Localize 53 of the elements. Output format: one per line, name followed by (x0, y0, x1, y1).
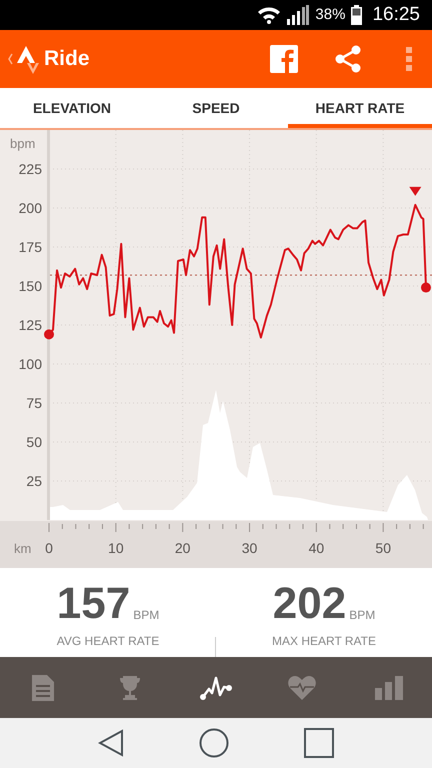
back-triangle-icon (98, 729, 124, 757)
stat-value: 202 (272, 582, 346, 626)
trophy-icon (118, 676, 142, 700)
y-tick-label: 100 (18, 356, 42, 372)
wifi-icon (257, 6, 282, 24)
end-dot (420, 282, 431, 293)
back-logo-icon (6, 44, 40, 74)
max-marker-icon (409, 186, 422, 196)
battery-percent: 38% (315, 4, 346, 25)
stat-label: AVG HEART RATE (56, 633, 160, 650)
screen-title: Ride (44, 46, 90, 72)
stat-unit: BPM (133, 607, 160, 624)
y-tick-label: 125 (18, 317, 42, 333)
y-axis-unit: bpm (10, 136, 36, 151)
y-tick-label: 175 (18, 239, 42, 255)
x-tick-label: 20 (174, 540, 190, 556)
heart-pulse-icon (288, 676, 316, 700)
x-tick-label: 30 (242, 540, 258, 556)
recents-button[interactable] (304, 728, 334, 758)
clock: 16:25 (372, 2, 420, 27)
start-dot (44, 329, 54, 340)
y-tick-label: 25 (26, 473, 42, 489)
home-button[interactable] (198, 728, 229, 758)
x-tick-label: 10 (108, 540, 124, 556)
y-tick-label: 200 (18, 200, 42, 216)
share-button[interactable] (334, 45, 362, 73)
y-tick-label: 150 (18, 278, 42, 294)
signal-icon (287, 5, 310, 25)
stat-unit: BPM (349, 607, 376, 624)
x-axis-unit: km (14, 541, 32, 556)
activity-chart-icon (200, 674, 232, 700)
stat-label: MAX HEART RATE (272, 633, 376, 650)
document-icon (32, 674, 54, 700)
stat-value: 157 (56, 582, 130, 626)
x-tick-label: 40 (308, 540, 324, 556)
facebook-button[interactable] (270, 45, 298, 73)
more-icon (406, 47, 412, 71)
home-circle-icon (198, 728, 229, 758)
battery-icon (351, 5, 362, 25)
bar-chart-icon (374, 676, 403, 700)
back-logo-button[interactable] (6, 44, 40, 74)
x-tick-label: 0 (45, 540, 53, 556)
back-button[interactable] (98, 729, 124, 757)
overflow-menu-button[interactable] (406, 47, 412, 71)
facebook-icon (270, 45, 298, 73)
x-tick-label: 50 (375, 540, 391, 556)
y-tick-label: 225 (18, 161, 42, 177)
tab[interactable]: SPEED (144, 88, 288, 128)
y-tick-label: 50 (26, 434, 42, 450)
y-tick-label: 75 (26, 395, 42, 411)
recents-square-icon (304, 728, 334, 758)
share-icon (334, 45, 362, 73)
tab[interactable]: ELEVATION (0, 88, 144, 128)
